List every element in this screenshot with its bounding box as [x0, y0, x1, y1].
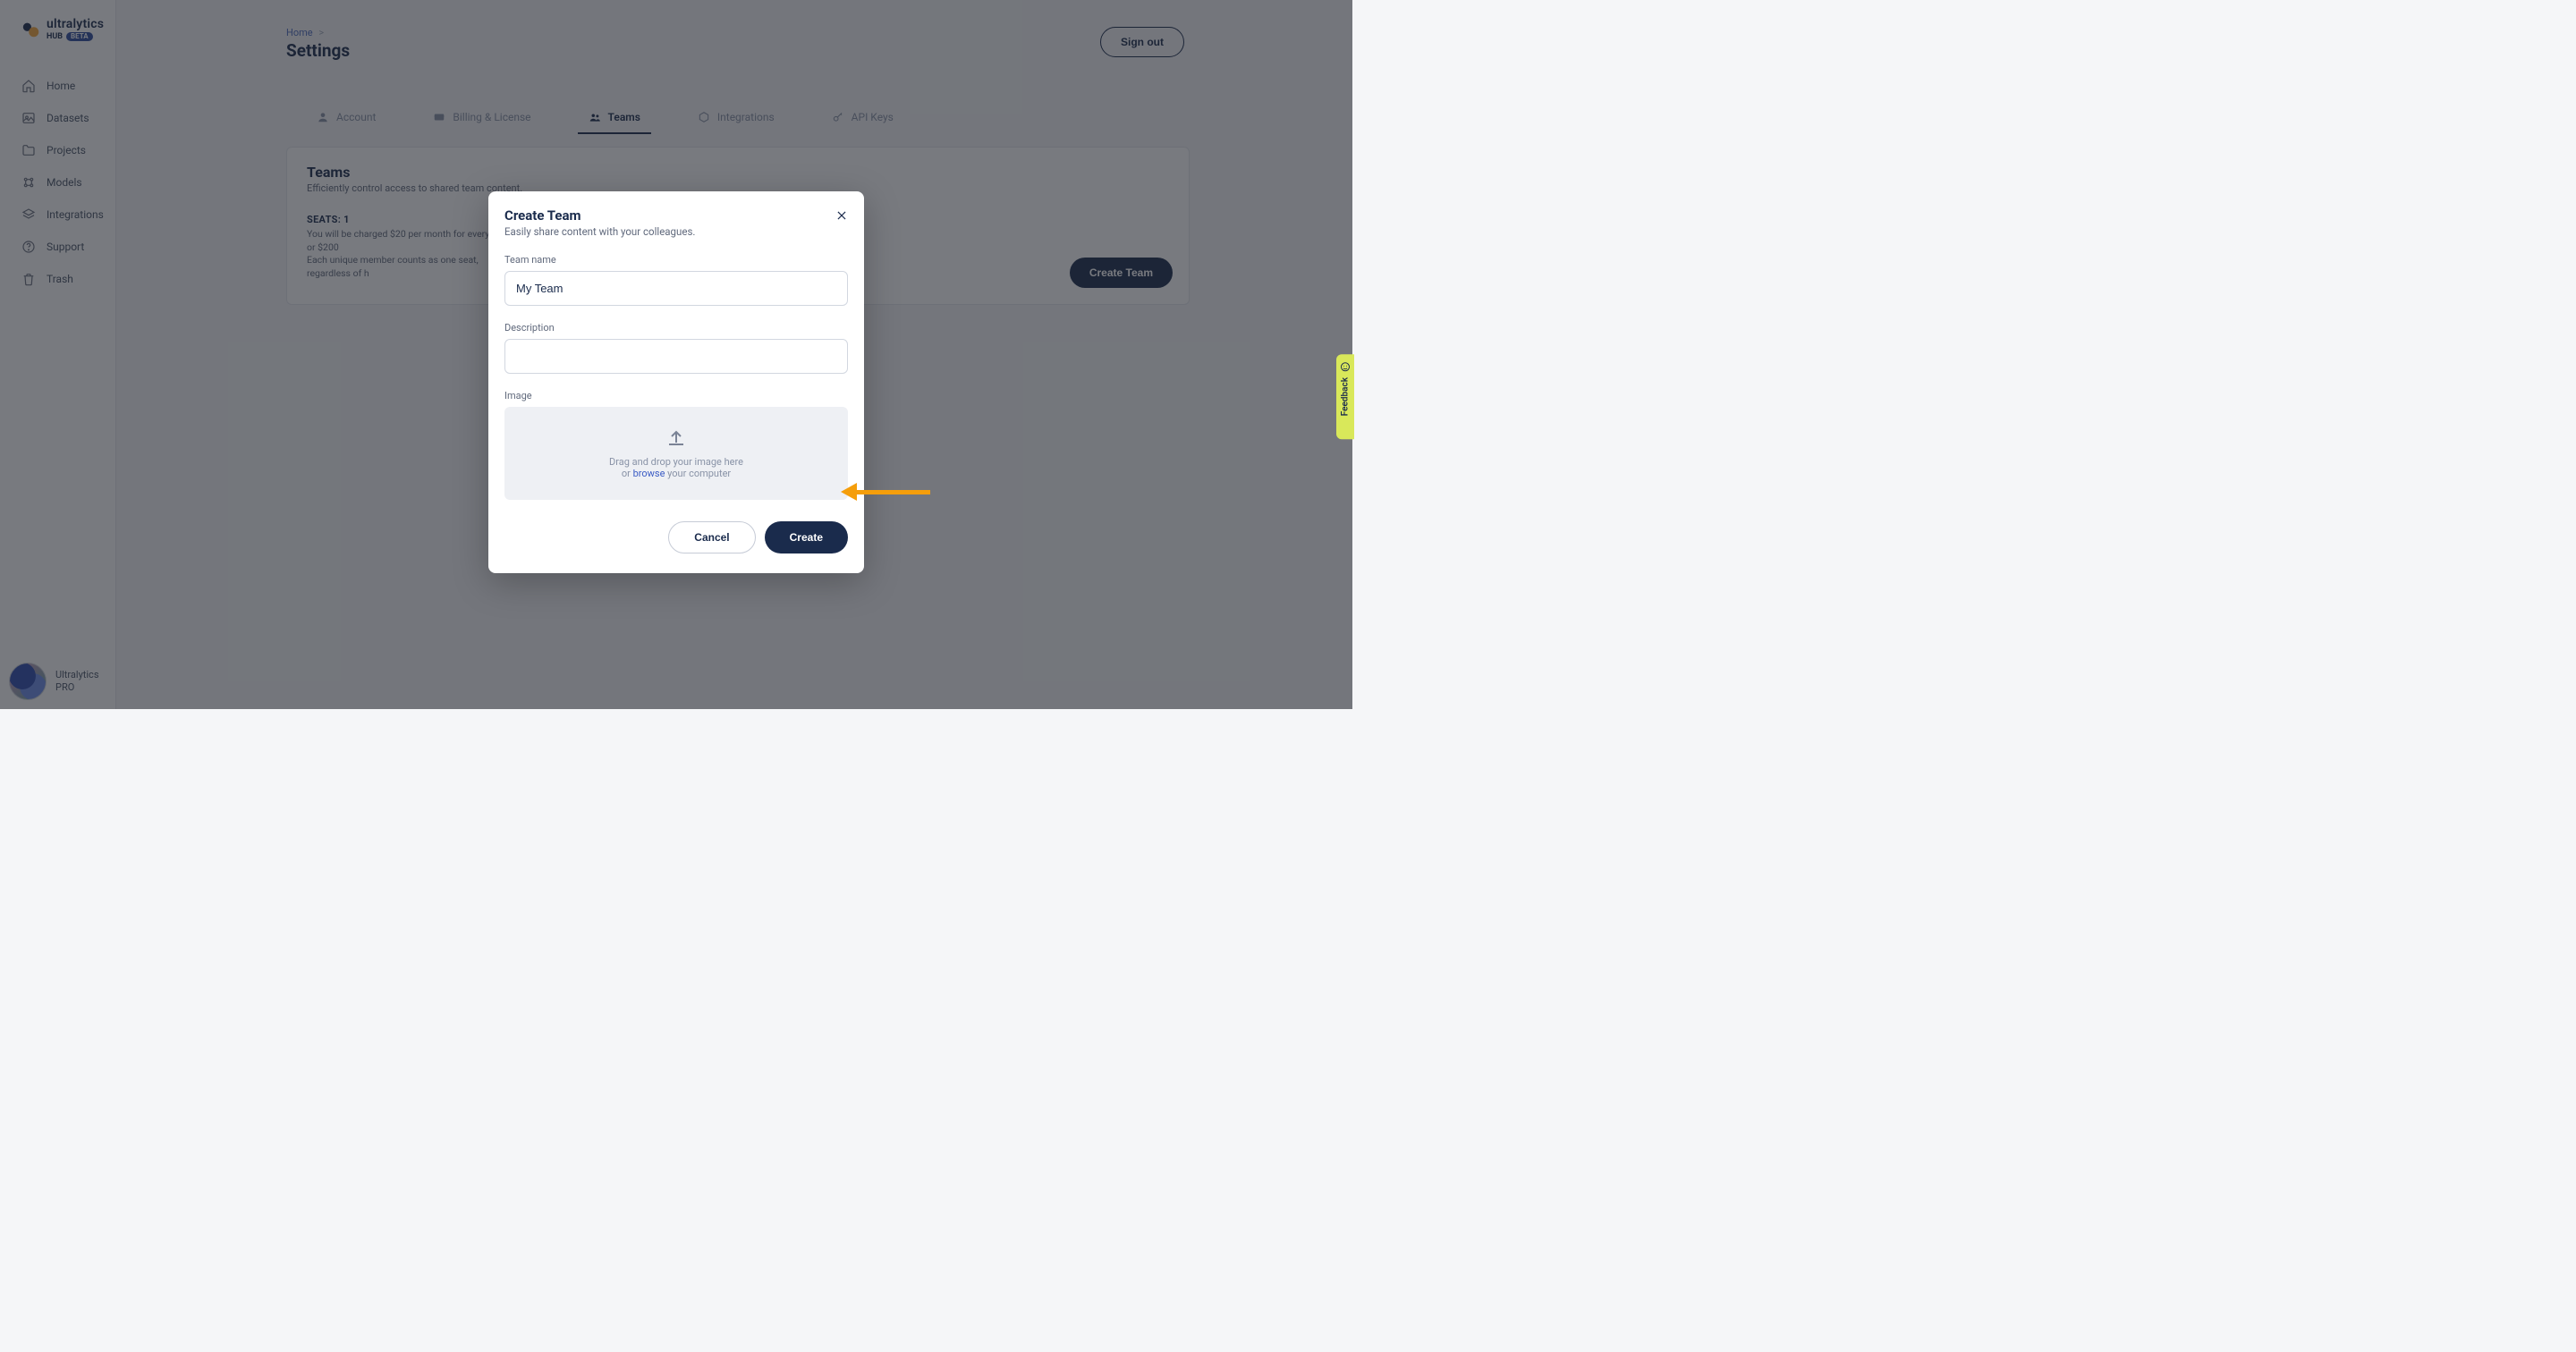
- create-button[interactable]: Create: [765, 521, 848, 553]
- modal-subtitle: Easily share content with your colleague…: [504, 225, 848, 238]
- team-name-input[interactable]: [504, 271, 848, 306]
- description-input[interactable]: [504, 339, 848, 374]
- feedback-tab[interactable]: Feedback: [1336, 354, 1354, 439]
- modal-title: Create Team: [504, 207, 848, 224]
- create-team-modal: Create Team Easily share content with yo…: [488, 191, 864, 573]
- browse-link[interactable]: browse: [633, 468, 665, 479]
- image-label: Image: [504, 390, 848, 401]
- cancel-button[interactable]: Cancel: [668, 521, 755, 553]
- upload-icon: [665, 427, 687, 449]
- description-label: Description: [504, 322, 848, 334]
- team-name-label: Team name: [504, 254, 848, 266]
- image-dropzone[interactable]: Drag and drop your image here or browse …: [504, 407, 848, 500]
- dropzone-line1: Drag and drop your image here: [609, 456, 743, 468]
- close-icon[interactable]: [832, 206, 852, 225]
- smile-icon: [1340, 361, 1351, 372]
